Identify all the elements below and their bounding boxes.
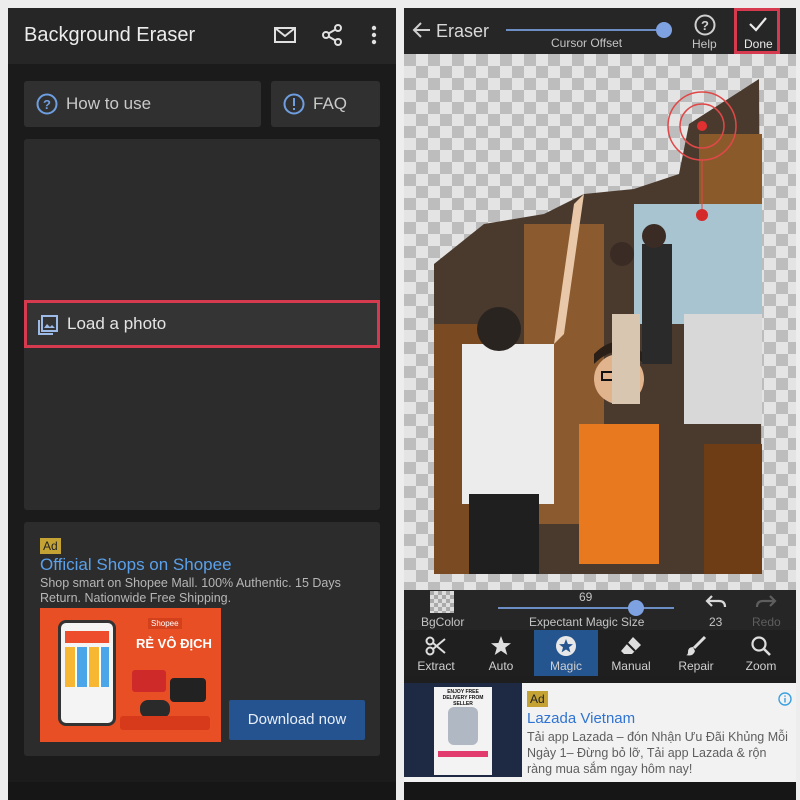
help-circle-icon: ? [36, 93, 58, 115]
editing-canvas[interactable] [404, 54, 796, 590]
cursor-offset-knob[interactable] [656, 22, 672, 38]
done-label: Done [744, 37, 773, 51]
app-bar: Background Eraser [8, 8, 396, 64]
how-to-use-label: How to use [66, 94, 152, 113]
help-label[interactable]: Help [692, 37, 717, 51]
eraser-app-bar: Eraser Cursor Offset ? Help Done [404, 8, 796, 54]
lazada-ad-title[interactable]: Lazada Vietnam [527, 710, 635, 727]
system-nav-bar-right [404, 782, 796, 800]
phone-illustration [58, 620, 116, 726]
photo-library-icon [38, 315, 58, 335]
faq-label: FAQ [313, 94, 348, 113]
photo-cutout [434, 79, 762, 574]
app-title: Background Eraser [24, 24, 196, 46]
info-alert-icon [283, 93, 305, 115]
ad-description: Shop smart on Shopee Mall. 100% Authenti… [40, 576, 341, 605]
tool-extract-label: Extract [417, 659, 455, 673]
shopee-brand-tag: Shopee [148, 618, 182, 629]
undo-count: 23 [709, 615, 723, 629]
redo-icon[interactable] [754, 593, 778, 611]
load-photo-label: Load a photo [67, 314, 167, 333]
bgcolor-swatch[interactable] [430, 591, 454, 613]
faq-button[interactable]: FAQ [271, 81, 380, 127]
how-to-use-button[interactable]: ? How to use [24, 81, 261, 127]
tool-auto-label: Auto [488, 659, 514, 673]
svg-text:?: ? [701, 18, 709, 33]
tool-repair[interactable]: Repair [664, 630, 728, 676]
check-icon [749, 17, 767, 32]
product-podium [120, 716, 210, 730]
product-bag [132, 670, 166, 692]
ad-card-shopee[interactable]: Ad Official Shops on Shopee Shop smart o… [24, 522, 380, 756]
product-camera [170, 678, 206, 702]
cursor-offset-label: Cursor Offset [551, 36, 623, 50]
star-icon [491, 636, 511, 655]
lazada-ad-thumbnail[interactable]: ENJOY FREE DELIVERY FROM SELLER [404, 683, 522, 777]
bgcolor-label[interactable]: BgColor [421, 615, 464, 629]
undo-icon[interactable] [704, 593, 728, 611]
thumb-price-bar [438, 751, 488, 757]
brush-icon [686, 635, 707, 656]
tool-auto[interactable]: Auto [469, 630, 533, 676]
thumb-banner-text: ENJOY FREE DELIVERY FROM SELLER [442, 689, 484, 707]
cursor-offset-track[interactable] [506, 29, 656, 31]
eraser-icon [621, 637, 641, 654]
more-vert-icon[interactable] [361, 22, 387, 48]
svg-text:?: ? [43, 97, 51, 112]
mail-icon[interactable] [272, 22, 298, 48]
ad-image-headline: RẺ VÔ ĐỊCH [136, 636, 212, 651]
tool-bar: Extract Auto Magic Manual Repair Zoom [404, 630, 796, 676]
lazada-ad-badge: Ad [527, 691, 548, 707]
done-button[interactable]: Done [734, 8, 780, 54]
share-icon[interactable] [319, 22, 345, 48]
ad-title[interactable]: Official Shops on Shopee [40, 555, 232, 575]
magic-size-knob[interactable] [628, 600, 644, 616]
tool-zoom[interactable]: Zoom [729, 630, 793, 676]
ad-badge: Ad [40, 538, 61, 554]
right-screen: Eraser Cursor Offset ? Help Done BgColor… [404, 8, 796, 800]
tool-manual-label: Manual [611, 659, 651, 673]
magic-star-icon [556, 636, 576, 656]
adchoices-icon[interactable] [778, 692, 792, 706]
magic-size-value: 69 [579, 590, 593, 604]
tool-zoom-label: Zoom [745, 659, 777, 673]
system-nav-bar [8, 782, 396, 800]
ad-card-lazada[interactable]: ENJOY FREE DELIVERY FROM SELLER Ad Lazad… [404, 683, 796, 783]
lazada-ad-description: Tải app Lazada – đón Nhận Ưu Đãi Khủng M… [527, 730, 788, 776]
magic-size-label: Expectant Magic Size [529, 615, 645, 629]
zoom-icon [751, 636, 771, 656]
tool-extract[interactable]: Extract [404, 630, 468, 676]
thumb-backpack [448, 707, 478, 745]
magic-size-track[interactable] [498, 607, 674, 609]
tool-magic[interactable]: Magic [534, 630, 598, 676]
download-now-button[interactable]: Download now [229, 700, 365, 740]
thumb-product-card: ENJOY FREE DELIVERY FROM SELLER [434, 687, 492, 775]
back-arrow-icon[interactable] [412, 20, 432, 40]
tool-magic-label: Magic [549, 659, 582, 673]
magic-control-bar: BgColor 69 Expectant Magic Size 23 Redo [404, 590, 796, 630]
scissors-icon [425, 636, 446, 656]
load-photo-button[interactable]: Load a photo [24, 300, 380, 348]
tool-manual[interactable]: Manual [599, 630, 663, 676]
tool-repair-label: Repair [678, 659, 714, 673]
left-screen: Background Eraser ? How to use FAQ Load … [8, 8, 396, 800]
eraser-title: Eraser [436, 21, 490, 41]
redo-label[interactable]: Redo [752, 615, 781, 629]
help-icon[interactable]: ? [694, 14, 716, 36]
ad-image[interactable]: Shopee RẺ VÔ ĐỊCH [40, 608, 221, 742]
